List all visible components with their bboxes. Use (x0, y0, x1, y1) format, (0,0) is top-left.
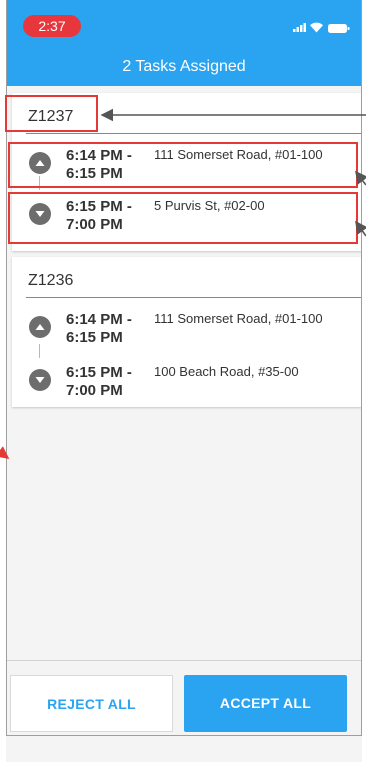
annotation-arrow (355, 170, 366, 186)
annotation-arrow (355, 220, 366, 237)
annotation-arrow (0, 446, 10, 459)
annotation-arrows (0, 108, 366, 459)
